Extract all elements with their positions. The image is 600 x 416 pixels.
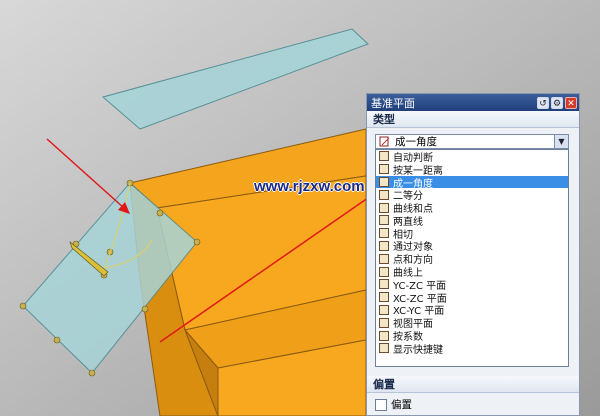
type-option[interactable]: 显示快捷键 xyxy=(376,342,568,356)
reset-icon[interactable]: ↺ xyxy=(537,96,549,109)
option-icon xyxy=(379,304,389,315)
gear-icon[interactable]: ⚙ xyxy=(551,96,563,109)
option-icon xyxy=(379,279,389,290)
close-icon[interactable]: ✕ xyxy=(565,96,577,109)
option-icon xyxy=(379,343,389,354)
type-dropdown-list[interactable]: 自动判断 按某一距离 成一角度 二等分 曲线和点 两直线 相切 通过对象 点和方向 曲线上 YC-Z… xyxy=(375,149,569,367)
option-icon xyxy=(379,164,389,175)
option-icon xyxy=(379,189,389,200)
type-select[interactable]: 成一角度 ▼ xyxy=(375,134,569,149)
plane-angle-icon xyxy=(379,136,390,147)
offset-section: 偏置 偏置 xyxy=(367,376,579,416)
option-icon xyxy=(379,266,389,277)
option-icon xyxy=(379,317,389,328)
option-icon xyxy=(379,202,389,213)
option-icon xyxy=(379,215,389,226)
chevron-down-icon[interactable]: ▼ xyxy=(554,135,568,148)
option-icon xyxy=(379,151,389,162)
option-icon xyxy=(379,253,389,264)
type-section-label: 类型 xyxy=(373,113,395,126)
option-icon xyxy=(379,330,389,341)
offset-checkbox-label: 偏置 xyxy=(391,399,412,411)
dialog-title: 基准平面 xyxy=(371,96,415,110)
option-icon xyxy=(379,228,389,239)
offset-checkbox[interactable] xyxy=(375,398,387,411)
option-icon xyxy=(379,292,389,303)
watermark-text: www.rjzxw.com xyxy=(254,178,365,195)
offset-checkbox-row[interactable]: 偏置 xyxy=(367,393,579,416)
option-icon xyxy=(379,240,389,251)
offset-section-label: 偏置 xyxy=(373,378,395,391)
option-label: 显示快捷键 xyxy=(393,344,443,356)
datum-plane-dialog: 基准平面 ↺ ⚙ ✕ 类型 成一角度 ▼ 自动判断 按某一距离 成一角度 二等分 曲线和… xyxy=(366,93,580,416)
type-select-value: 成一角度 xyxy=(395,136,437,148)
option-icon xyxy=(379,176,389,187)
dialog-titlebar[interactable]: 基准平面 ↺ ⚙ ✕ xyxy=(367,94,579,111)
offset-section-header[interactable]: 偏置 xyxy=(367,376,579,393)
type-section-header[interactable]: 类型 xyxy=(367,111,579,128)
